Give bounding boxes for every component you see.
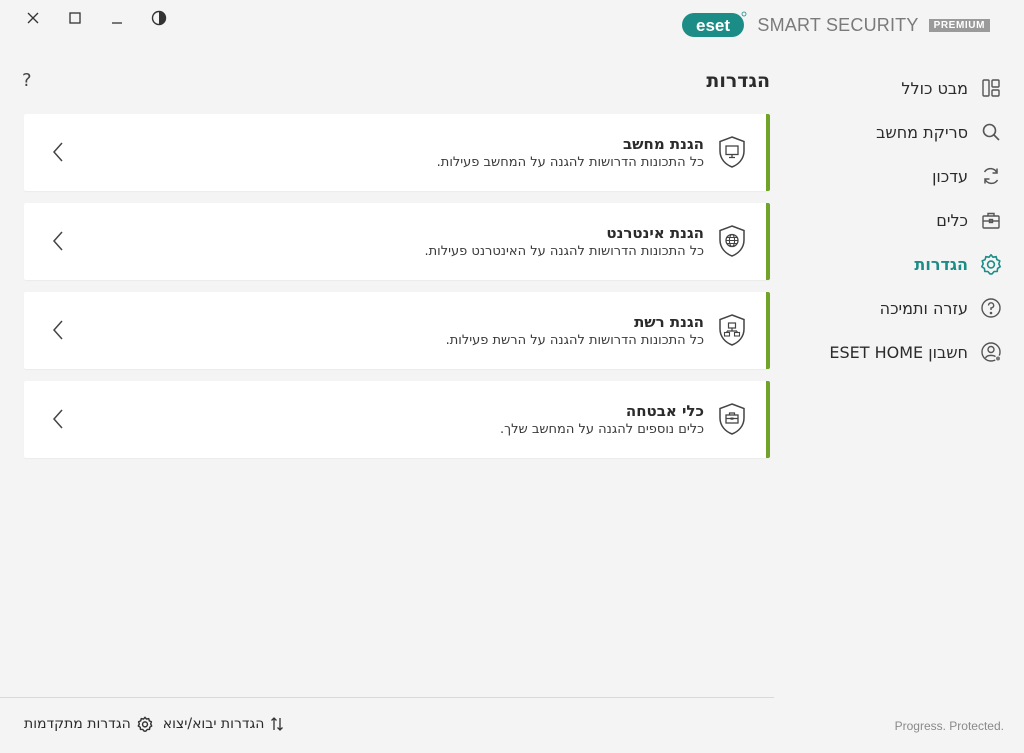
window-controls xyxy=(12,8,180,28)
sidebar-item-label: עזרה ותמיכה xyxy=(879,298,968,318)
brand: eset SMART SECURITY PREMIUM xyxy=(681,11,990,39)
footer-divider xyxy=(0,697,774,698)
close-icon xyxy=(27,12,39,24)
help-icon xyxy=(980,297,1002,319)
close-button[interactable] xyxy=(12,8,54,28)
card-text: הגנת רשת כל התכונות הדרושות להגנה על הרש… xyxy=(446,312,704,350)
card-security-tools[interactable]: כלי אבטחה כלים נוספים להגנה על המחשב שלך… xyxy=(24,381,770,458)
card-description: כל התכונות הדרושות להגנה על האינטרנט פעי… xyxy=(424,244,705,259)
refresh-icon xyxy=(980,165,1002,187)
shield-network-icon xyxy=(719,314,745,346)
page-title: הגדרות xyxy=(706,70,770,92)
maximize-icon xyxy=(69,12,81,24)
svg-text:eset: eset xyxy=(696,16,730,35)
sidebar-item-account[interactable]: חשבון ESET HOME xyxy=(782,330,1002,374)
sidebar-item-label: כלים xyxy=(936,210,968,230)
search-icon xyxy=(980,121,1002,143)
card-description: כל התכונות הדרושות להגנה על המחשב פעילות… xyxy=(436,155,704,170)
import-export-settings-link[interactable]: הגדרות יבוא/יצוא xyxy=(163,716,285,732)
import-export-label: הגדרות יבוא/יצוא xyxy=(162,716,265,732)
sidebar-item-label: עדכון xyxy=(932,166,968,186)
maximize-button[interactable] xyxy=(54,8,96,28)
card-computer-protection[interactable]: הגנת מחשב כל התכונות הדרושות להגנה על המ… xyxy=(24,114,770,191)
sidebar-item-overview[interactable]: מבט כולל xyxy=(782,66,1002,110)
card-internet-protection[interactable]: הגנת אינטרנט כל התכונות הדרושות להגנה על… xyxy=(24,203,770,280)
minimize-icon xyxy=(112,22,122,24)
shield-computer-icon xyxy=(719,136,745,168)
advanced-settings-label: הגדרות מתקדמות xyxy=(24,716,131,732)
contrast-icon xyxy=(151,10,167,26)
sidebar-item-label: מבט כולל xyxy=(901,78,968,98)
product-name: SMART SECURITY xyxy=(757,14,919,35)
card-text: הגנת מחשב כל התכונות הדרושות להגנה על המ… xyxy=(437,134,704,172)
chevron-left-icon xyxy=(52,409,63,429)
advanced-settings-link[interactable]: הגדרות מתקדמות xyxy=(24,716,153,732)
tagline: Progress. Protected. xyxy=(894,719,1004,733)
sidebar-item-settings[interactable]: הגדרות xyxy=(782,242,1002,286)
card-title: הגנת מחשב xyxy=(623,135,704,153)
sidebar-item-update[interactable]: עדכון xyxy=(782,154,1002,198)
minimize-button[interactable] xyxy=(96,8,138,28)
card-description: כל התכונות הדרושות להגנה על הרשת פעילות. xyxy=(445,333,704,348)
sidebar-item-label: הגדרות xyxy=(914,254,968,274)
shield-toolbox-icon xyxy=(719,403,745,435)
sidebar-item-help[interactable]: עזרה ותמיכה xyxy=(782,286,1002,330)
sidebar: מבט כולל סריקת מחשב עדכון כלים הגדרות עז… xyxy=(782,66,1002,374)
card-text: כלי אבטחה כלים נוספים להגנה על המחשב שלך… xyxy=(500,401,704,439)
footer-actions: הגדרות יבוא/יצוא הגדרות מתקדמות xyxy=(24,716,284,732)
edition-badge: PREMIUM xyxy=(928,18,990,32)
account-icon xyxy=(980,341,1002,363)
help-button[interactable]: ? xyxy=(22,70,36,91)
card-title: כלי אבטחה xyxy=(625,402,704,420)
sidebar-item-label: חשבון ESET HOME xyxy=(829,342,968,362)
shield-globe-icon xyxy=(719,225,745,257)
chevron-left-icon xyxy=(52,142,63,162)
card-text: הגנת אינטרנט כל התכונות הדרושות להגנה על… xyxy=(425,223,705,261)
card-description: כלים נוספים להגנה על המחשב שלך. xyxy=(499,422,704,437)
card-title: הגנת רשת xyxy=(634,313,704,331)
gear-icon xyxy=(137,716,153,732)
settings-cards: הגנת מחשב כל התכונות הדרושות להגנה על המ… xyxy=(24,114,770,470)
theme-toggle-button[interactable] xyxy=(138,8,180,28)
card-title: הגנת אינטרנט xyxy=(606,224,704,242)
chevron-left-icon xyxy=(52,231,63,251)
sidebar-item-label: סריקת מחשב xyxy=(876,122,968,142)
gear-icon xyxy=(980,253,1002,275)
import-export-icon xyxy=(270,716,284,732)
card-network-protection[interactable]: הגנת רשת כל התכונות הדרושות להגנה על הרש… xyxy=(24,292,770,369)
dashboard-icon xyxy=(980,77,1002,99)
sidebar-item-tools[interactable]: כלים xyxy=(782,198,1002,242)
chevron-left-icon xyxy=(52,320,63,340)
toolbox-icon xyxy=(980,209,1002,231)
eset-logo-icon: eset xyxy=(682,11,747,37)
sidebar-item-scan[interactable]: סריקת מחשב xyxy=(782,110,1002,154)
